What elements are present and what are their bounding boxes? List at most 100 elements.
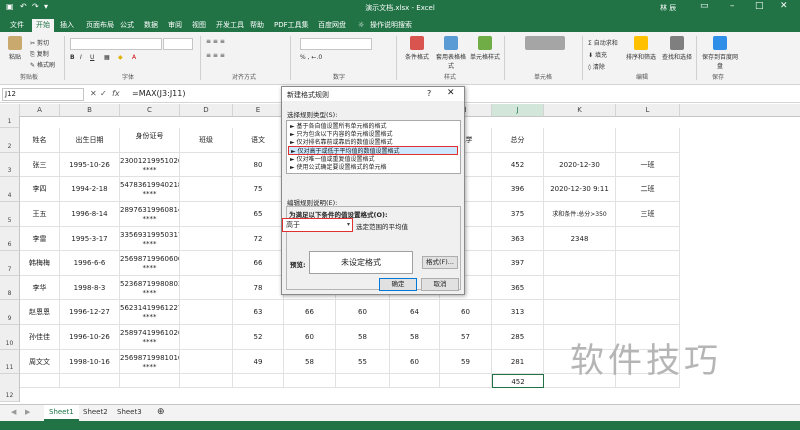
sheet-tab-3[interactable]: Sheet3 — [112, 405, 147, 419]
table-cell[interactable]: 张三 — [20, 153, 60, 177]
rule-type-item-selected[interactable]: ► 仅对高于或低于平均值的数值设置格式 — [288, 146, 458, 155]
sheet-tab-1[interactable]: Sheet1 — [44, 405, 79, 421]
maximize-icon[interactable]: □ — [755, 1, 764, 11]
table-cell[interactable]: 60 — [336, 300, 390, 325]
table-cell[interactable] — [180, 300, 233, 325]
conditional-format-button[interactable]: 条件格式 — [402, 36, 432, 61]
table-cell[interactable]: 姓名 — [20, 128, 60, 153]
cell-styles-button[interactable]: 单元格样式 — [470, 36, 500, 61]
fx-icon[interactable]: fx — [112, 89, 120, 98]
font-size-combo[interactable] — [163, 38, 193, 50]
table-cell[interactable] — [284, 374, 336, 388]
table-cell[interactable]: 2020-12-30 9:11 — [544, 177, 616, 202]
table-cell[interactable]: 396 — [492, 177, 544, 202]
table-cell[interactable] — [390, 374, 440, 388]
sheet-tab-2[interactable]: Sheet2 — [78, 405, 113, 419]
table-cell[interactable]: 一班 — [616, 153, 680, 177]
sort-filter-button[interactable]: 排序和筛选 — [626, 36, 656, 61]
bold-button[interactable]: B — [70, 54, 75, 61]
table-cell[interactable]: 66 — [284, 300, 336, 325]
dialog-close-icon[interactable]: ✕ — [447, 88, 455, 98]
table-cell[interactable]: 李华 — [20, 276, 60, 300]
fill-color-icon[interactable]: ◆ — [118, 54, 123, 61]
tab-help[interactable]: 帮助 — [246, 19, 268, 32]
font-name-combo[interactable] — [70, 38, 162, 50]
table-cell[interactable]: 总分 — [492, 128, 544, 153]
table-cell[interactable]: 58 — [336, 325, 390, 350]
tab-formulas[interactable]: 公式 — [116, 19, 138, 32]
table-cell[interactable]: 78 — [233, 276, 284, 300]
italic-button[interactable]: I — [80, 54, 82, 61]
table-cell[interactable]: 64 — [390, 300, 440, 325]
number-format-combo[interactable] — [300, 38, 372, 50]
row-header[interactable]: 7 — [0, 251, 20, 276]
find-select-button[interactable]: 查找和选择 — [662, 36, 692, 61]
row-header[interactable]: 1 — [0, 116, 20, 128]
table-cell[interactable]: 55 — [336, 350, 390, 374]
table-cell[interactable]: 23001219951026 **** — [120, 153, 180, 177]
table-cell[interactable]: 65 — [233, 202, 284, 227]
table-cell[interactable] — [180, 276, 233, 300]
column-header[interactable]: C — [120, 104, 180, 117]
tab-file[interactable]: 文件 — [6, 19, 28, 32]
table-cell[interactable]: 285 — [492, 325, 544, 350]
tab-data[interactable]: 数据 — [140, 19, 162, 32]
align-left-icon[interactable]: ≡ ≡ ≡ — [206, 52, 225, 59]
table-cell[interactable] — [616, 300, 680, 325]
table-cell[interactable]: 375 — [492, 202, 544, 227]
table-cell[interactable]: 韩梅梅 — [20, 251, 60, 276]
tab-review[interactable]: 审阅 — [164, 19, 186, 32]
table-cell[interactable]: 59 — [440, 350, 492, 374]
table-cell[interactable]: 397 — [492, 251, 544, 276]
table-cell[interactable] — [180, 177, 233, 202]
copy-button[interactable]: ⎘ 复制 — [30, 49, 49, 59]
table-cell[interactable]: 313 — [492, 300, 544, 325]
table-cell[interactable]: 57 — [440, 325, 492, 350]
table-cell[interactable]: 363 — [492, 227, 544, 251]
column-header[interactable]: L — [616, 104, 680, 117]
table-cell[interactable]: 2020-12-30 — [544, 153, 616, 177]
table-cell[interactable]: 1994-2-18 — [60, 177, 120, 202]
row-header[interactable]: 5 — [0, 202, 20, 227]
table-cell[interactable]: 60 — [440, 300, 492, 325]
tab-view[interactable]: 视图 — [188, 19, 210, 32]
customize-icon[interactable]: ▾ — [44, 2, 48, 11]
paste-button[interactable]: 粘贴 — [4, 36, 26, 61]
ok-button[interactable]: 确定 — [379, 278, 417, 291]
user-name[interactable]: 林 辰 — [660, 3, 676, 13]
column-header[interactable]: A — [20, 104, 60, 117]
table-cell[interactable]: 75 — [233, 177, 284, 202]
table-cell[interactable]: 25698719960606 **** — [120, 251, 180, 276]
table-cell[interactable]: 1995-3-17 — [60, 227, 120, 251]
table-cell[interactable] — [440, 374, 492, 388]
table-cell[interactable]: 80 — [233, 153, 284, 177]
row-header[interactable]: 6 — [0, 227, 20, 251]
table-cell[interactable] — [233, 374, 284, 388]
table-cell[interactable] — [60, 374, 120, 388]
column-header[interactable] — [680, 104, 800, 117]
table-cell[interactable]: 1995-10-26 — [60, 153, 120, 177]
cells-button[interactable] — [510, 36, 580, 52]
format-painter-button[interactable]: ✎ 格式刷 — [30, 60, 55, 69]
table-cell[interactable] — [180, 251, 233, 276]
table-cell[interactable]: 28976319960814 **** — [120, 202, 180, 227]
autosum-button[interactable]: Σ 自动求和 — [588, 38, 618, 47]
format-button[interactable]: 格式(F)... — [422, 256, 458, 269]
table-cell[interactable]: 1996-6-6 — [60, 251, 120, 276]
table-cell[interactable]: 33569319950317 **** — [120, 227, 180, 251]
table-cell[interactable]: 班级 — [180, 128, 233, 153]
table-cell[interactable]: 72 — [233, 227, 284, 251]
row-header[interactable]: 3 — [0, 153, 20, 177]
table-cell[interactable]: 452 — [492, 153, 544, 177]
row-header[interactable]: 12 — [0, 374, 20, 402]
ribbon-display-icon[interactable]: ▭ — [700, 1, 709, 11]
close-icon[interactable]: ✕ — [780, 1, 788, 11]
rule-type-item[interactable]: ► 使用公式确定要设置格式的单元格 — [288, 163, 458, 172]
table-cell[interactable] — [544, 300, 616, 325]
table-cell[interactable]: 49 — [233, 350, 284, 374]
column-header[interactable]: K — [544, 104, 616, 117]
row-header[interactable]: 2 — [0, 128, 20, 153]
redo-icon[interactable]: ↷ — [32, 2, 39, 11]
save-icon[interactable]: ▣ — [6, 2, 14, 11]
table-cell[interactable] — [180, 153, 233, 177]
